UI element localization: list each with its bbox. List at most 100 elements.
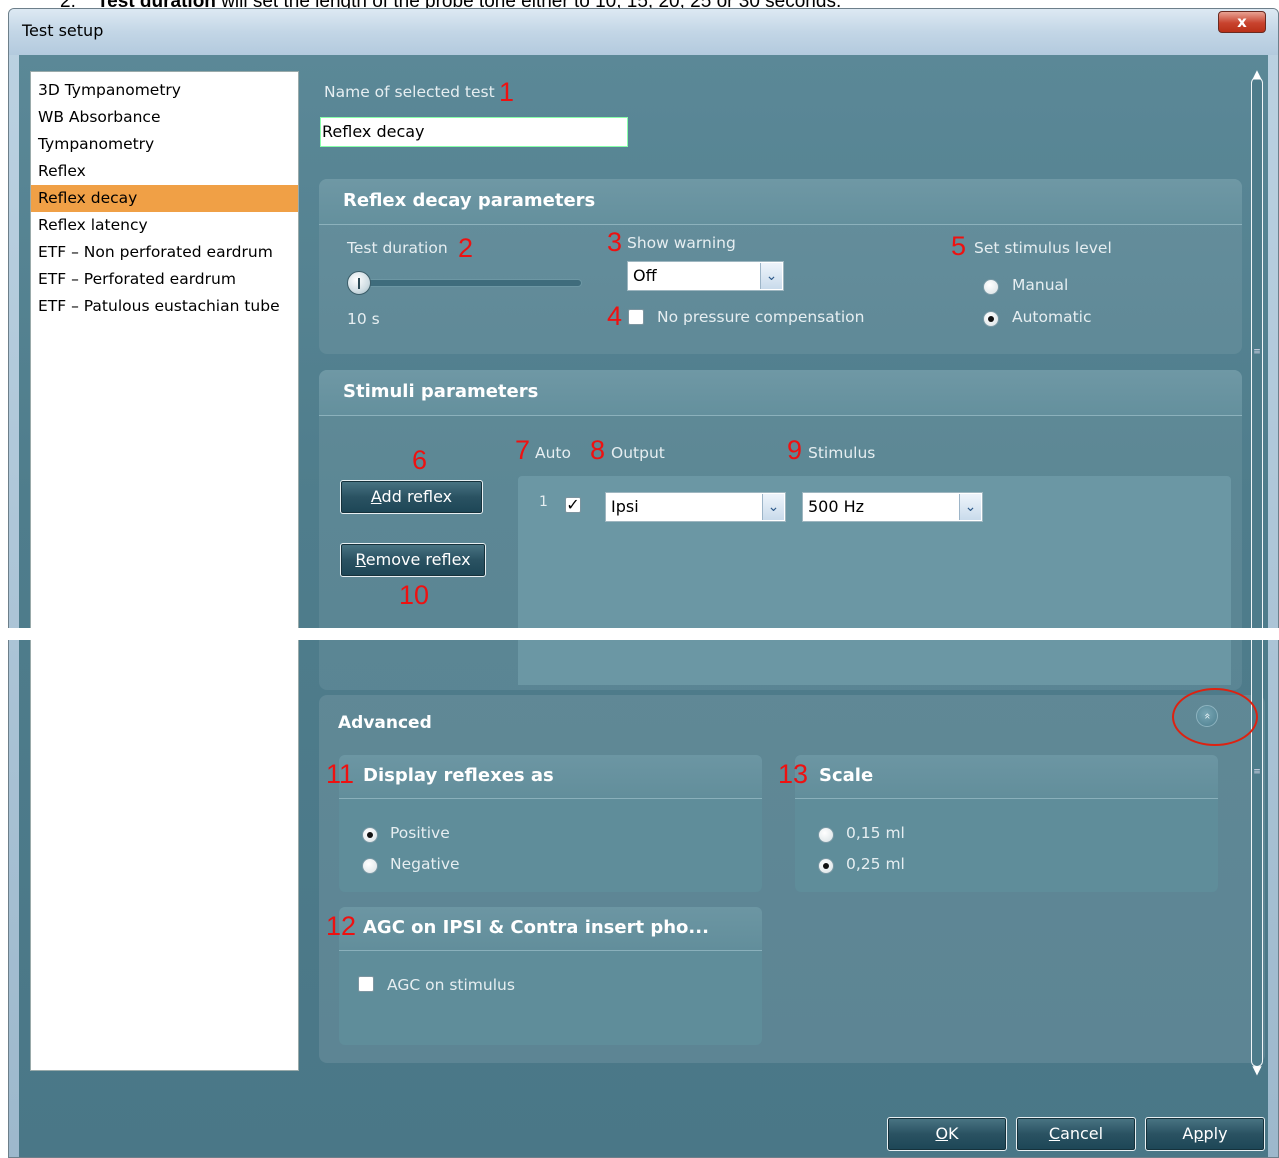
test-list-item[interactable]: ETF – Patulous eustachian tube bbox=[31, 293, 298, 320]
add-reflex-button[interactable]: Add reflex bbox=[340, 480, 483, 514]
show-warning-select[interactable]: Off ⌄ bbox=[627, 261, 784, 291]
chevron-down-icon[interactable]: ⌄ bbox=[762, 494, 784, 520]
marker-3: 3 bbox=[607, 227, 623, 257]
apply-label-pre: A bbox=[1182, 1124, 1194, 1143]
cancel-label-post: ancel bbox=[1060, 1124, 1104, 1143]
test-duration-slider[interactable] bbox=[359, 279, 582, 287]
test-list-item[interactable]: ETF – Non perforated eardrum bbox=[31, 239, 298, 266]
screenshot-cut-band bbox=[0, 628, 1279, 640]
scale-025-radio[interactable] bbox=[818, 858, 834, 874]
scale-015-radio[interactable] bbox=[818, 827, 834, 843]
stimulus-level-manual-label: Manual bbox=[1012, 276, 1069, 294]
add-reflex-label-mnemonic: A bbox=[370, 487, 382, 506]
apply-label-mnemonic: p bbox=[1193, 1124, 1204, 1143]
apply-label-post: ply bbox=[1203, 1124, 1228, 1143]
display-reflexes-title: Display reflexes as bbox=[363, 765, 554, 786]
auto-column-label: Auto bbox=[535, 444, 571, 462]
chevron-down-icon[interactable]: ⌄ bbox=[760, 263, 782, 289]
test-list: 3D Tympanometry WB Absorbance Tympanomet… bbox=[30, 71, 299, 1071]
reflex-row-index: 1 bbox=[539, 494, 548, 510]
ok-label-post: K bbox=[948, 1124, 959, 1143]
scroll-up-icon[interactable]: ▲ bbox=[1249, 66, 1265, 82]
agc-title: AGC on IPSI & Contra insert pho... bbox=[363, 917, 709, 938]
remove-reflex-label-mnemonic: R bbox=[355, 550, 366, 569]
cancel-label-mnemonic: C bbox=[1048, 1124, 1061, 1143]
marker-1: 1 bbox=[499, 77, 515, 107]
test-duration-label: Test duration bbox=[347, 239, 448, 257]
display-negative-radio[interactable] bbox=[362, 858, 378, 874]
reflex-auto-checkbox[interactable]: ✓ bbox=[565, 497, 581, 513]
test-list-item[interactable]: 3D Tympanometry bbox=[31, 77, 298, 104]
marker-11: 11 bbox=[326, 759, 355, 789]
marker-13: 13 bbox=[778, 759, 809, 789]
advanced-title: Advanced bbox=[338, 713, 432, 733]
test-setup-window: Test setup x 3D Tympanometry WB Absorban… bbox=[8, 8, 1279, 1158]
marker-10: 10 bbox=[399, 580, 430, 610]
add-reflex-label-post: dd reflex bbox=[381, 487, 453, 506]
test-duration-slider-thumb[interactable] bbox=[347, 271, 371, 295]
scroll-grip-icon[interactable]: ≡ bbox=[1253, 768, 1261, 798]
marker-9: 9 bbox=[787, 435, 803, 465]
ok-label-mnemonic: O bbox=[935, 1124, 949, 1143]
test-name-label: Name of selected test bbox=[324, 83, 495, 101]
stimulus-select[interactable]: 500 Hz ⌄ bbox=[802, 492, 983, 522]
scale-title: Scale bbox=[819, 765, 874, 786]
test-list-item[interactable]: ETF – Perforated eardrum bbox=[31, 266, 298, 293]
scale-015-label: 0,15 ml bbox=[846, 824, 905, 842]
window-title: Test setup bbox=[22, 21, 104, 40]
stimuli-header: Stimuli parameters bbox=[319, 370, 1242, 416]
scale-header: Scale bbox=[795, 755, 1218, 799]
marker-7: 7 bbox=[515, 435, 531, 465]
chevron-down-icon[interactable]: ⌄ bbox=[959, 494, 981, 520]
no-pressure-checkbox[interactable] bbox=[628, 309, 644, 325]
apply-button[interactable]: Apply bbox=[1145, 1117, 1265, 1151]
display-reflexes-header: Display reflexes as bbox=[339, 755, 762, 799]
stimuli-title: Stimuli parameters bbox=[343, 381, 539, 402]
test-name-input[interactable]: Reflex decay bbox=[320, 117, 628, 147]
marker-4: 4 bbox=[607, 301, 623, 331]
marker-12: 12 bbox=[326, 911, 357, 941]
remove-reflex-label-post: emove reflex bbox=[365, 550, 471, 569]
stimulus-level-automatic-radio[interactable] bbox=[983, 311, 999, 327]
test-duration-value: 10 s bbox=[347, 310, 380, 328]
client-area: 3D Tympanometry WB Absorbance Tympanomet… bbox=[19, 55, 1268, 1157]
marker-5: 5 bbox=[951, 231, 967, 261]
remove-reflex-button[interactable]: Remove reflex bbox=[340, 543, 486, 577]
agc-stimulus-checkbox[interactable] bbox=[358, 976, 374, 992]
vertical-scrollbar[interactable]: ▲ ≡ ≡ ▼ bbox=[1251, 67, 1263, 1077]
stimulus-level-automatic-label: Automatic bbox=[1012, 308, 1092, 326]
scale-025-label: 0,25 ml bbox=[846, 855, 905, 873]
title-bar[interactable]: Test setup x bbox=[9, 9, 1278, 55]
test-list-item-selected[interactable]: Reflex decay bbox=[31, 185, 298, 212]
output-column-label: Output bbox=[611, 444, 665, 462]
stimulus-level-manual-radio[interactable] bbox=[983, 279, 999, 295]
scroll-down-icon[interactable]: ▼ bbox=[1249, 1062, 1265, 1078]
test-list-item[interactable]: Reflex latency bbox=[31, 212, 298, 239]
test-list-item[interactable]: WB Absorbance bbox=[31, 104, 298, 131]
ok-button[interactable]: OK bbox=[887, 1117, 1007, 1151]
reflex-decay-header: Reflex decay parameters bbox=[319, 179, 1242, 225]
marker-6: 6 bbox=[412, 445, 428, 475]
display-positive-radio[interactable] bbox=[362, 827, 378, 843]
stimulus-level-label: Set stimulus level bbox=[974, 239, 1112, 257]
show-warning-value: Off bbox=[633, 266, 657, 285]
agc-header: AGC on IPSI & Contra insert pho... bbox=[339, 907, 762, 951]
display-negative-label: Negative bbox=[390, 855, 460, 873]
marker-8: 8 bbox=[590, 435, 606, 465]
reflex-decay-title: Reflex decay parameters bbox=[343, 190, 596, 211]
output-select[interactable]: Ipsi ⌄ bbox=[605, 492, 786, 522]
test-list-item[interactable]: Tympanometry bbox=[31, 131, 298, 158]
scroll-grip-icon[interactable]: ≡ bbox=[1253, 348, 1261, 378]
cancel-button[interactable]: Cancel bbox=[1016, 1117, 1136, 1151]
marker-2: 2 bbox=[458, 233, 474, 263]
output-value: Ipsi bbox=[611, 497, 639, 516]
agc-stimulus-label: AGC on stimulus bbox=[387, 976, 515, 994]
highlight-ellipse bbox=[1172, 688, 1258, 746]
test-list-item[interactable]: Reflex bbox=[31, 158, 298, 185]
no-pressure-label: No pressure compensation bbox=[657, 308, 865, 326]
close-button[interactable]: x bbox=[1218, 11, 1266, 33]
stimulus-column-label: Stimulus bbox=[808, 444, 876, 462]
display-positive-label: Positive bbox=[390, 824, 450, 842]
show-warning-label: Show warning bbox=[627, 234, 736, 252]
stimulus-value: 500 Hz bbox=[808, 497, 865, 516]
